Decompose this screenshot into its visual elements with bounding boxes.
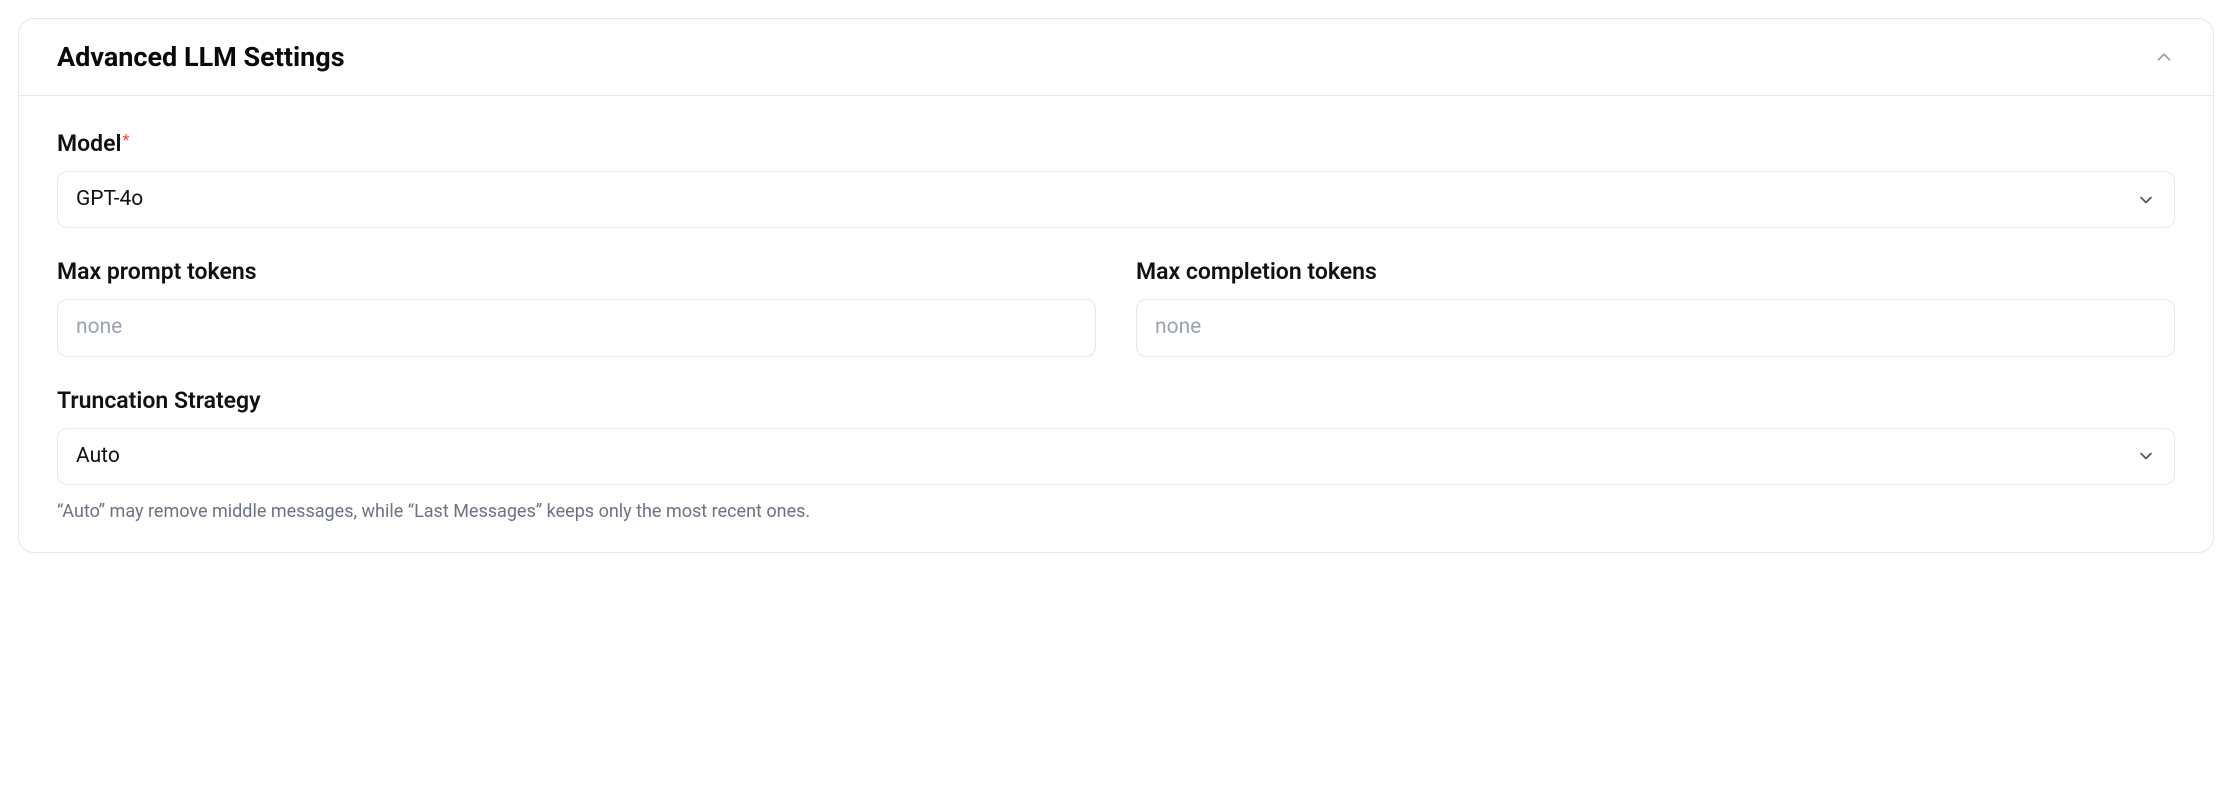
panel-body: Model* GPT-4o Max prompt tokens Max comp… <box>19 96 2213 552</box>
model-label: Model* <box>57 130 2175 157</box>
model-label-text: Model <box>57 130 121 157</box>
chevron-down-icon <box>2136 190 2156 210</box>
max-completion-tokens-label: Max completion tokens <box>1136 258 2175 285</box>
required-indicator: * <box>122 130 129 149</box>
truncation-strategy-field: Truncation Strategy Auto “Auto” may remo… <box>57 387 2175 524</box>
truncation-strategy-label: Truncation Strategy <box>57 387 2175 414</box>
panel-title: Advanced LLM Settings <box>57 41 345 73</box>
max-prompt-tokens-label: Max prompt tokens <box>57 258 1096 285</box>
truncation-strategy-help: “Auto” may remove middle messages, while… <box>57 499 2175 524</box>
chevron-up-icon <box>2153 46 2175 68</box>
max-prompt-tokens-input[interactable] <box>57 299 1096 356</box>
model-select[interactable]: GPT-4o <box>57 171 2175 228</box>
model-select-value: GPT-4o <box>76 186 143 213</box>
advanced-llm-settings-panel: Advanced LLM Settings Model* GPT-4o <box>18 18 2214 553</box>
panel-header[interactable]: Advanced LLM Settings <box>19 19 2213 96</box>
model-field: Model* GPT-4o <box>57 130 2175 228</box>
tokens-row: Max prompt tokens Max completion tokens <box>57 258 2175 356</box>
truncation-strategy-select[interactable]: Auto <box>57 428 2175 485</box>
max-prompt-tokens-field: Max prompt tokens <box>57 258 1096 356</box>
chevron-down-icon <box>2136 446 2156 466</box>
max-completion-tokens-field: Max completion tokens <box>1136 258 2175 356</box>
truncation-strategy-value: Auto <box>76 443 120 470</box>
max-completion-tokens-input[interactable] <box>1136 299 2175 356</box>
